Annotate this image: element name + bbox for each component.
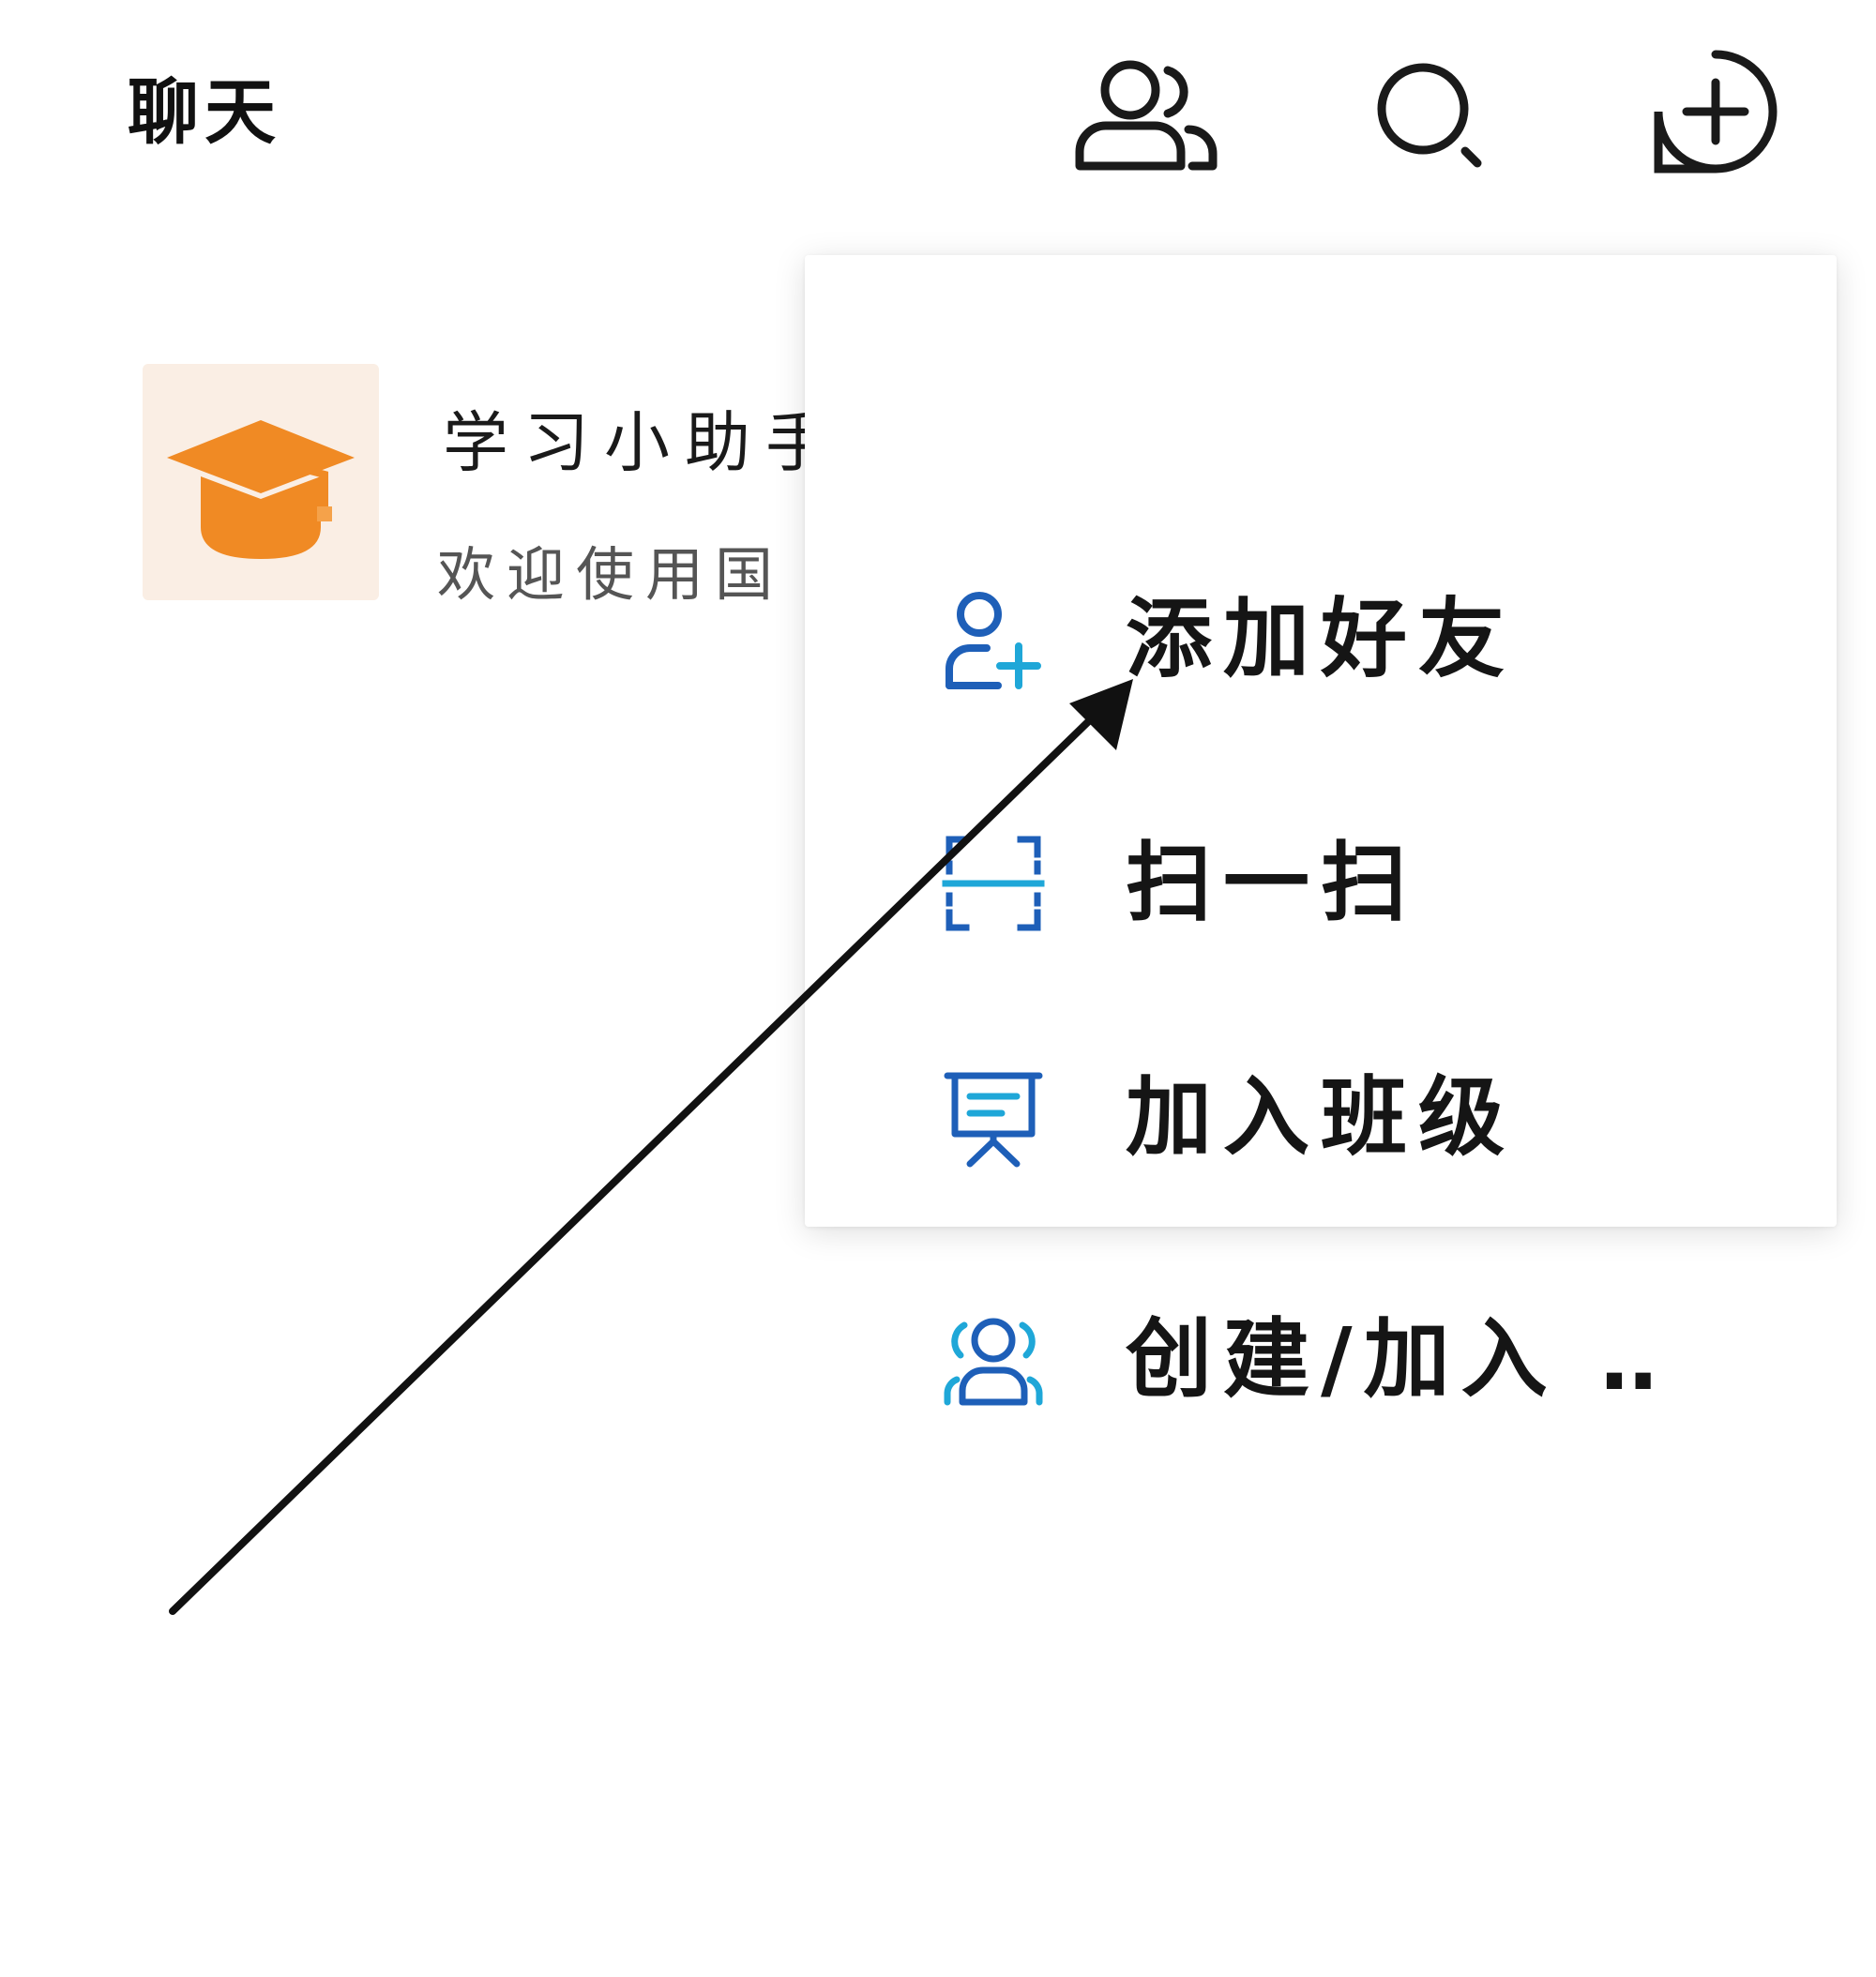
menu-item-add-friend[interactable]: 添加好友 bbox=[805, 546, 1837, 733]
add-icon[interactable] bbox=[1653, 49, 1778, 174]
graduation-cap-icon bbox=[167, 420, 355, 559]
chat-name: 学习小助手 bbox=[443, 404, 846, 481]
menu-label-add-friend: 添加好友 bbox=[1126, 589, 1517, 689]
add-friend-icon bbox=[946, 592, 1041, 689]
group-icon bbox=[944, 1318, 1043, 1406]
avatar bbox=[143, 364, 379, 600]
menu-item-create-join-group[interactable]: 创建/加入 ‥ bbox=[805, 1266, 1837, 1454]
menu-label-create-join-group: 创建/加入 ‥ bbox=[1126, 1309, 1669, 1410]
menu-item-join-class[interactable]: 加入班级 bbox=[805, 1024, 1837, 1212]
search-icon[interactable] bbox=[1374, 62, 1487, 171]
join-class-icon bbox=[944, 1072, 1043, 1168]
add-dropdown-menu: 添加好友 扫一扫 加入班级 创建/加入 ‥ bbox=[805, 255, 1837, 1406]
chat-preview: 欢迎使用国 bbox=[437, 540, 785, 609]
contacts-icon[interactable] bbox=[1074, 58, 1219, 173]
scan-icon bbox=[942, 836, 1045, 931]
menu-item-scan[interactable]: 扫一扫 bbox=[805, 790, 1837, 977]
page-title: 聊天 bbox=[128, 70, 281, 154]
menu-label-join-class: 加入班级 bbox=[1126, 1067, 1517, 1168]
menu-label-scan: 扫一扫 bbox=[1126, 833, 1419, 933]
